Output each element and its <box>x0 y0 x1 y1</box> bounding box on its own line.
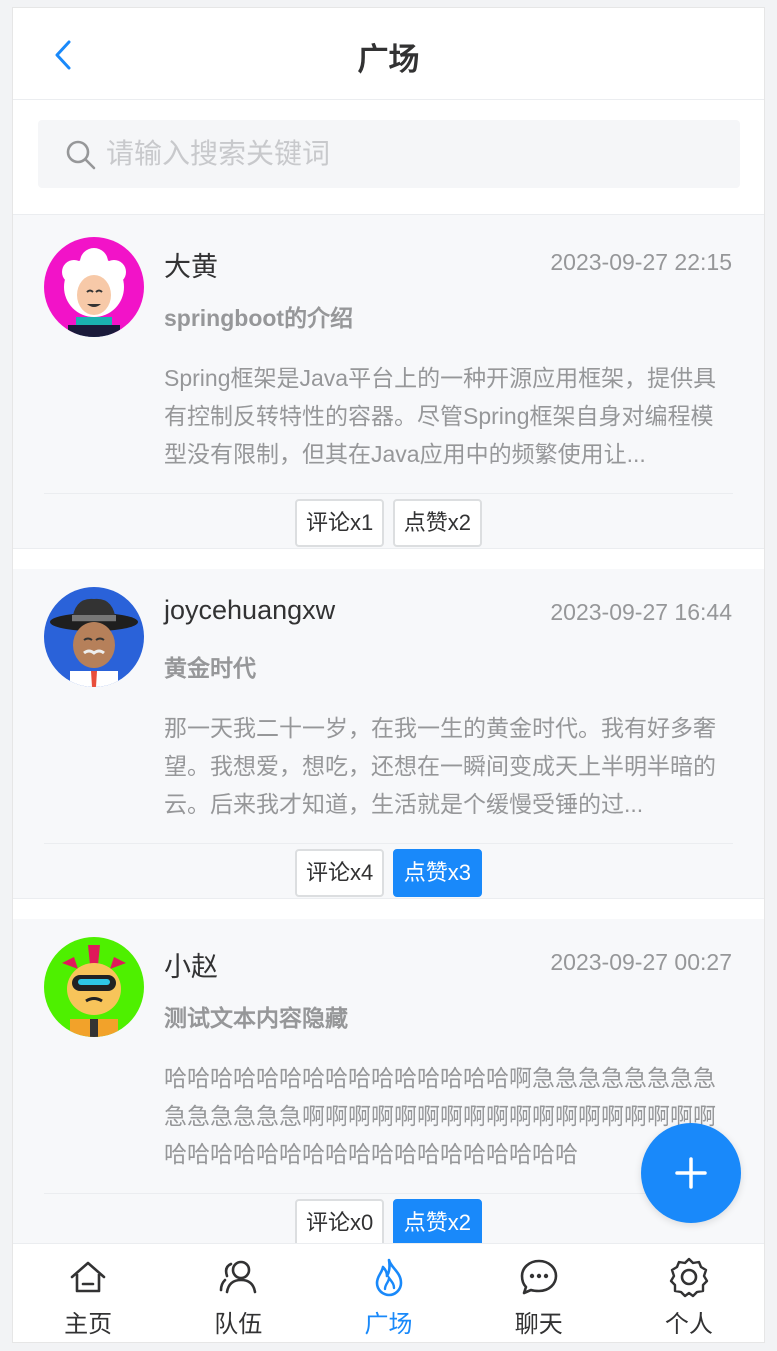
card-gap <box>13 899 764 919</box>
divider <box>44 843 733 844</box>
tab-team[interactable]: 队伍 <box>163 1244 313 1342</box>
card-gap <box>13 549 764 569</box>
comment-button[interactable]: 评论x0 <box>295 1199 385 1247</box>
divider <box>44 1193 733 1194</box>
tab-profile[interactable]: 个人 <box>614 1244 764 1342</box>
plus-icon <box>675 1157 707 1189</box>
app-frame: 广场 大黄 202 <box>12 7 765 1343</box>
search-input[interactable] <box>106 120 706 188</box>
tab-chat[interactable]: 聊天 <box>464 1244 614 1342</box>
divider <box>44 493 733 494</box>
post-title: springboot的介绍 <box>164 305 354 331</box>
post-time: 2023-09-27 22:15 <box>550 249 732 275</box>
post-time: 2023-09-27 16:44 <box>550 599 732 625</box>
post-actions: 评论x1 点赞x2 <box>13 499 764 547</box>
gear-icon <box>669 1257 709 1298</box>
avatar[interactable] <box>44 937 144 1037</box>
tab-label: 广场 <box>364 1311 413 1338</box>
page-title: 广场 <box>357 42 420 77</box>
chat-icon <box>520 1259 558 1295</box>
home-icon <box>70 1261 106 1293</box>
post-content: 那一天我二十一岁，在我一生的黄金时代。我有好多奢望。我想爱，想吃，还想在一瞬间变… <box>164 715 716 817</box>
search-box[interactable] <box>38 120 740 188</box>
post-actions: 评论x4 点赞x3 <box>13 849 764 897</box>
search-icon <box>66 140 96 170</box>
tab-label: 聊天 <box>514 1311 563 1338</box>
tab-label: 主页 <box>64 1311 113 1338</box>
avatar[interactable] <box>44 237 144 337</box>
search-bar <box>13 100 764 215</box>
like-button[interactable]: 点赞x2 <box>392 499 482 547</box>
post-title: 测试文本内容隐藏 <box>164 1005 348 1031</box>
tab-square[interactable]: 广场 <box>313 1244 463 1342</box>
post-content: Spring框架是Java平台上的一种开源应用框架，提供具有控制反转特性的容器。… <box>164 365 717 467</box>
tab-home[interactable]: 主页 <box>13 1244 163 1342</box>
post-card[interactable]: 大黄 2023-09-27 22:15 springboot的介绍 Spring… <box>13 219 764 549</box>
post-username: 大黄 <box>164 252 218 282</box>
post-username: joycehuangxw <box>164 595 336 625</box>
post-content: 哈哈哈哈哈哈哈哈哈哈哈哈哈哈哈啊急急急急急急急急急急急急急急啊啊啊啊啊啊啊啊啊啊… <box>164 1065 716 1167</box>
fire-icon <box>375 1258 402 1297</box>
comment-button[interactable]: 评论x4 <box>295 849 385 897</box>
tab-label: 个人 <box>664 1311 713 1338</box>
avatar-image <box>44 937 144 1037</box>
tab-bar: 主页 队伍 广场 聊天 个人 <box>13 1243 764 1342</box>
nav-bar: 广场 <box>13 8 764 100</box>
tab-label: 队伍 <box>214 1311 263 1338</box>
post-title: 黄金时代 <box>164 655 256 681</box>
post-username: 小赵 <box>164 952 218 982</box>
post-card[interactable]: joycehuangxw 2023-09-27 16:44 黄金时代 那一天我二… <box>13 569 764 899</box>
like-button[interactable]: 点赞x2 <box>392 1199 482 1247</box>
comment-button[interactable]: 评论x1 <box>295 499 385 547</box>
avatar[interactable] <box>44 587 144 687</box>
add-post-button[interactable] <box>641 1123 741 1223</box>
avatar-image <box>44 587 144 687</box>
team-icon <box>219 1260 257 1294</box>
post-time: 2023-09-27 00:27 <box>550 949 732 975</box>
avatar-image <box>44 237 144 337</box>
like-button[interactable]: 点赞x3 <box>392 849 482 897</box>
